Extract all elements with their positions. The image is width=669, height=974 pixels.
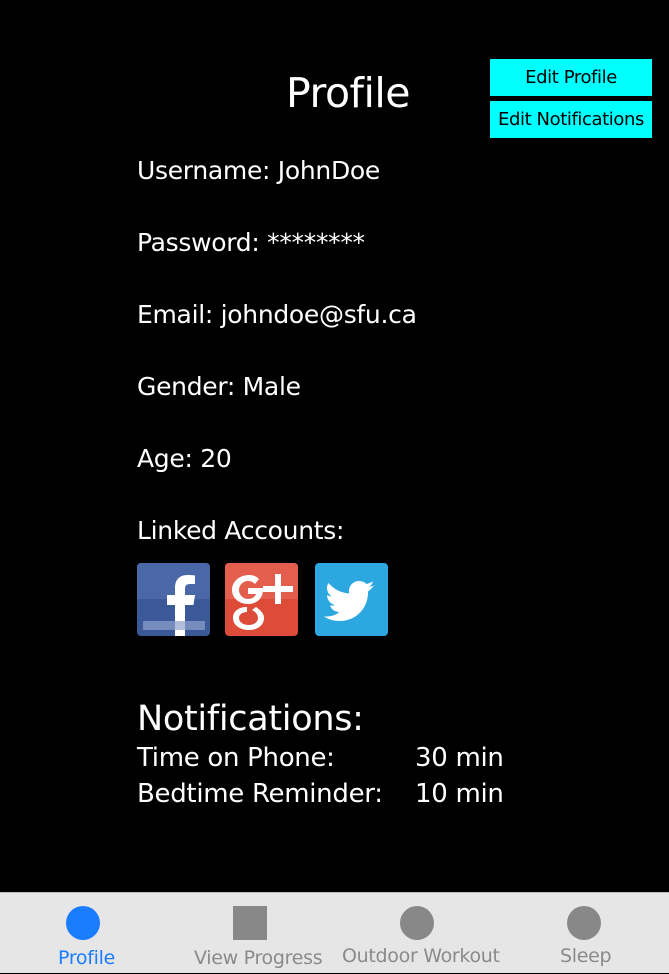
sleep-circle-icon <box>567 906 601 940</box>
outdoor-circle-icon <box>400 906 434 940</box>
edit-profile-button[interactable]: Edit Profile <box>490 59 652 96</box>
gender-field: Gender: Male <box>137 372 301 401</box>
tab-view-progress[interactable]: View Progress <box>185 893 325 974</box>
linked-accounts-label: Linked Accounts: <box>137 516 345 545</box>
tab-label: Profile <box>58 947 115 969</box>
tab-profile[interactable]: Profile <box>30 893 140 974</box>
notification-value: 10 min <box>415 779 504 809</box>
edit-notifications-button[interactable]: Edit Notifications <box>490 101 652 138</box>
facebook-icon[interactable] <box>137 563 210 636</box>
twitter-icon[interactable] <box>315 563 388 636</box>
notification-value: 30 min <box>415 743 504 773</box>
bottom-tab-bar: Profile View Progress Outdoor Workout Sl… <box>0 892 669 973</box>
notification-label: Time on Phone: <box>137 743 335 773</box>
email-field: Email: johndoe@sfu.ca <box>137 300 417 329</box>
age-field: Age: 20 <box>137 444 232 473</box>
profile-circle-icon <box>66 906 100 940</box>
tab-sleep[interactable]: Sleep <box>540 893 630 974</box>
notifications-heading: Notifications: <box>137 699 364 739</box>
tab-label: Outdoor Workout <box>342 945 500 967</box>
password-field: Password: ******** <box>137 228 365 257</box>
notification-label: Bedtime Reminder: <box>137 779 383 809</box>
tab-label: Sleep <box>560 945 612 967</box>
tab-outdoor-workout[interactable]: Outdoor Workout <box>335 893 500 974</box>
username-field: Username: JohnDoe <box>137 156 380 185</box>
progress-square-icon <box>233 906 267 940</box>
google-plus-icon[interactable] <box>225 563 298 636</box>
tab-label: View Progress <box>194 947 323 969</box>
